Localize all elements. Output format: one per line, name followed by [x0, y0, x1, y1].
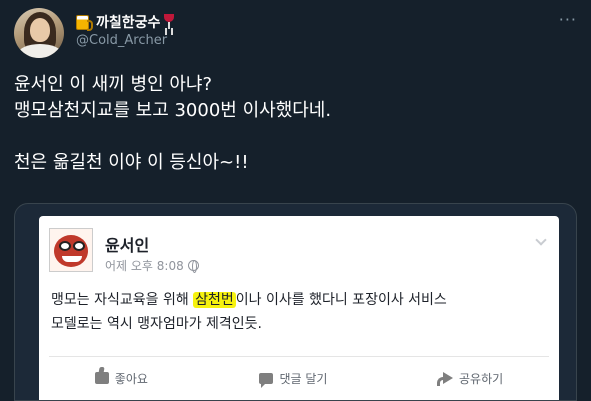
tweet-media-image[interactable]: 윤서인 어제 오후 8:08 맹모는 자식교육을 위해 삼천번 이나 이사를 했다…: [14, 203, 577, 401]
like-action: 좋아요: [94, 370, 148, 387]
share-label: 공유하기: [459, 371, 504, 386]
facebook-action-bar: 좋아요 댓글 달기 공유하기: [39, 366, 559, 390]
author-avatar[interactable]: [14, 8, 64, 58]
more-options-icon[interactable]: ···: [559, 10, 577, 29]
share-arrow-icon: [437, 372, 454, 386]
facebook-profile-avatar: [49, 228, 93, 272]
author-display-name[interactable]: 까칠한궁수: [96, 12, 160, 32]
tweet-text-line: 천은 옮길천 이야 이 등신아~!!: [14, 152, 249, 173]
globe-icon: [187, 260, 199, 273]
like-label: 좋아요: [114, 371, 148, 386]
beer-emoji-icon: [76, 14, 93, 31]
share-action: 공유하기: [437, 370, 504, 387]
tweet-text: 윤서인 이 새끼 병인 아냐? 맹모삼천지교를 보고 3000번 이사했다네. …: [14, 72, 574, 176]
facebook-post-body: 맹모는 자식교육을 위해 삼천번 이나 이사를 했다니 포장이사 서비스 모델로는…: [51, 288, 551, 336]
comment-label: 댓글 달기: [279, 371, 328, 386]
author-handle[interactable]: @Cold_Archer: [76, 33, 167, 48]
cartoon-face: [54, 235, 88, 267]
divider: [49, 356, 549, 357]
cartoon-eye: [59, 241, 71, 251]
author-name-row[interactable]: 까칠한궁수: [76, 12, 175, 32]
highlighted-text: 삼천번: [193, 292, 236, 308]
facebook-post-meta: 어제 오후 8:08: [105, 257, 199, 274]
tweet: 까칠한궁수 @Cold_Archer ··· 윤서인 이 새끼 병인 아냐? 맹…: [0, 0, 591, 401]
facebook-post-line: 모델로는 역시 맹자엄마가 제격인듯.: [51, 316, 262, 332]
post-text-segment: 이나 이사를 했다니 포장이사 서비스: [235, 292, 447, 308]
tweet-text-line: 윤서인 이 새끼 병인 아냐?: [14, 74, 213, 95]
avatar-face: [30, 18, 50, 42]
cartoon-mouth: [62, 256, 82, 262]
wine-glass-emoji-icon: [163, 14, 175, 30]
comment-action: 댓글 달기: [259, 370, 328, 388]
comment-icon: [259, 372, 274, 388]
facebook-post-time: 어제 오후 8:08: [105, 259, 184, 273]
tweet-text-line: 맹모삼천지교를 보고 3000번 이사했다네.: [14, 100, 332, 121]
facebook-post-author: 윤서인: [105, 236, 150, 255]
facebook-post-screenshot: 윤서인 어제 오후 8:08 맹모는 자식교육을 위해 삼천번 이나 이사를 했다…: [39, 216, 559, 400]
cartoon-eye: [73, 241, 85, 251]
chevron-down-icon: [535, 234, 547, 246]
facebook-post-line: 맹모는 자식교육을 위해 삼천번 이나 이사를 했다니 포장이사 서비스: [51, 288, 551, 312]
post-text-segment: 맹모는 자식교육을 위해: [51, 292, 194, 308]
avatar-shoulder: [18, 44, 62, 58]
thumbs-up-icon: [94, 372, 109, 384]
